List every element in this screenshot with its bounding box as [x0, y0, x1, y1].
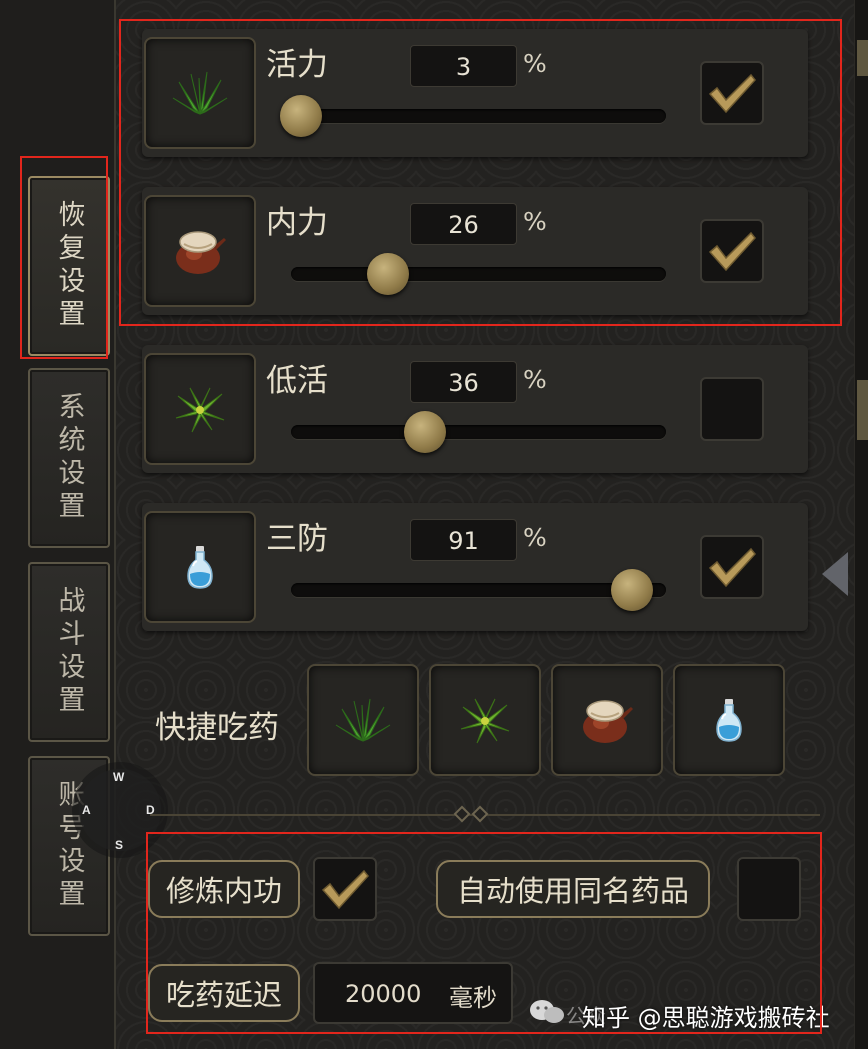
row-label: 内力	[266, 205, 328, 241]
potion-slot[interactable]	[144, 353, 256, 465]
row-label: 活力	[266, 47, 328, 83]
percent-unit: %	[523, 365, 547, 394]
quick-eat-label: 快捷吃药	[155, 710, 279, 746]
collapse-arrow-icon[interactable]	[822, 552, 848, 596]
clay-pot-icon	[176, 231, 226, 274]
row-label: 低活	[266, 363, 328, 399]
blue-potion-bottle-icon	[716, 699, 742, 742]
potion-slot[interactable]	[144, 37, 256, 149]
slider-track[interactable]	[291, 109, 666, 123]
percent-input[interactable]: 3	[410, 45, 517, 87]
cultivate-internal-checkbox[interactable]	[313, 857, 377, 921]
watermark-text: 知乎 @思聪游戏搬砖社	[582, 1004, 830, 1032]
eat-delay-unit: 毫秒	[449, 984, 497, 1012]
auto-use-same-name-label: 自动使用同名药品	[436, 860, 710, 918]
slider-knob[interactable]	[404, 411, 446, 453]
auto-use-same-name-checkbox[interactable]	[737, 857, 801, 921]
green-leaf-herb-icon	[175, 387, 225, 433]
tab-label: 恢复设置	[53, 200, 85, 332]
quick-slot-2[interactable]	[429, 664, 541, 776]
game-edge-strip	[854, 0, 868, 1049]
compass-widget: W A D S	[72, 762, 168, 858]
edge-decoration	[857, 40, 868, 76]
percent-unit: %	[523, 207, 547, 236]
tab-system-settings[interactable]: 系统设置	[28, 368, 110, 548]
compass-west: A	[82, 803, 91, 817]
tab-label: 战斗设置	[53, 586, 85, 718]
green-grass-herb-icon	[172, 71, 228, 115]
eat-delay-label: 吃药延迟	[148, 964, 300, 1022]
wechat-logo-icon	[528, 998, 570, 1030]
checkmark-icon	[321, 869, 369, 910]
potion-slot[interactable]	[144, 195, 256, 307]
slider-track[interactable]	[291, 267, 666, 281]
percent-unit: %	[523, 49, 547, 78]
row-label: 三防	[266, 521, 328, 557]
compass-north: W	[113, 770, 125, 784]
enable-checkbox[interactable]	[700, 377, 764, 441]
slider-knob[interactable]	[367, 253, 409, 295]
slider-track[interactable]	[291, 583, 666, 597]
potion-row-low-vitality: 低活 36 %	[142, 345, 808, 473]
enable-checkbox[interactable]	[700, 61, 764, 125]
slider-knob[interactable]	[611, 569, 653, 611]
compass-south: S	[115, 838, 124, 852]
tab-combat-settings[interactable]: 战斗设置	[28, 562, 110, 742]
checkmark-icon	[708, 73, 756, 114]
green-grass-herb-icon	[335, 698, 391, 742]
percent-input[interactable]: 36	[410, 361, 517, 403]
quick-slot-4[interactable]	[673, 664, 785, 776]
potion-slot[interactable]	[144, 511, 256, 623]
tab-recovery-settings[interactable]: 恢复设置	[28, 176, 110, 356]
eat-delay-value: 20000	[345, 980, 422, 1008]
percent-input[interactable]: 26	[410, 203, 517, 245]
potion-row-internal-power: 内力 26 %	[142, 187, 808, 315]
enable-checkbox[interactable]	[700, 535, 764, 599]
quick-slot-3[interactable]	[551, 664, 663, 776]
percent-unit: %	[523, 523, 547, 552]
enable-checkbox[interactable]	[700, 219, 764, 283]
potion-row-three-defense: 三防 91 %	[142, 503, 808, 631]
tab-label: 系统设置	[53, 392, 85, 524]
checkmark-icon	[708, 547, 756, 588]
green-leaf-herb-icon	[460, 698, 510, 744]
quick-slot-1[interactable]	[307, 664, 419, 776]
blue-potion-bottle-icon	[187, 546, 213, 589]
clay-pot-icon	[583, 700, 633, 743]
potion-row-vitality: 活力 3 %	[142, 29, 808, 157]
slider-knob[interactable]	[280, 95, 322, 137]
slider-track[interactable]	[291, 425, 666, 439]
eat-delay-input[interactable]: 20000 毫秒	[313, 962, 513, 1024]
percent-input[interactable]: 91	[410, 519, 517, 561]
cultivate-internal-label: 修炼内功	[148, 860, 300, 918]
checkmark-icon	[708, 231, 756, 272]
edge-decoration	[857, 380, 868, 440]
